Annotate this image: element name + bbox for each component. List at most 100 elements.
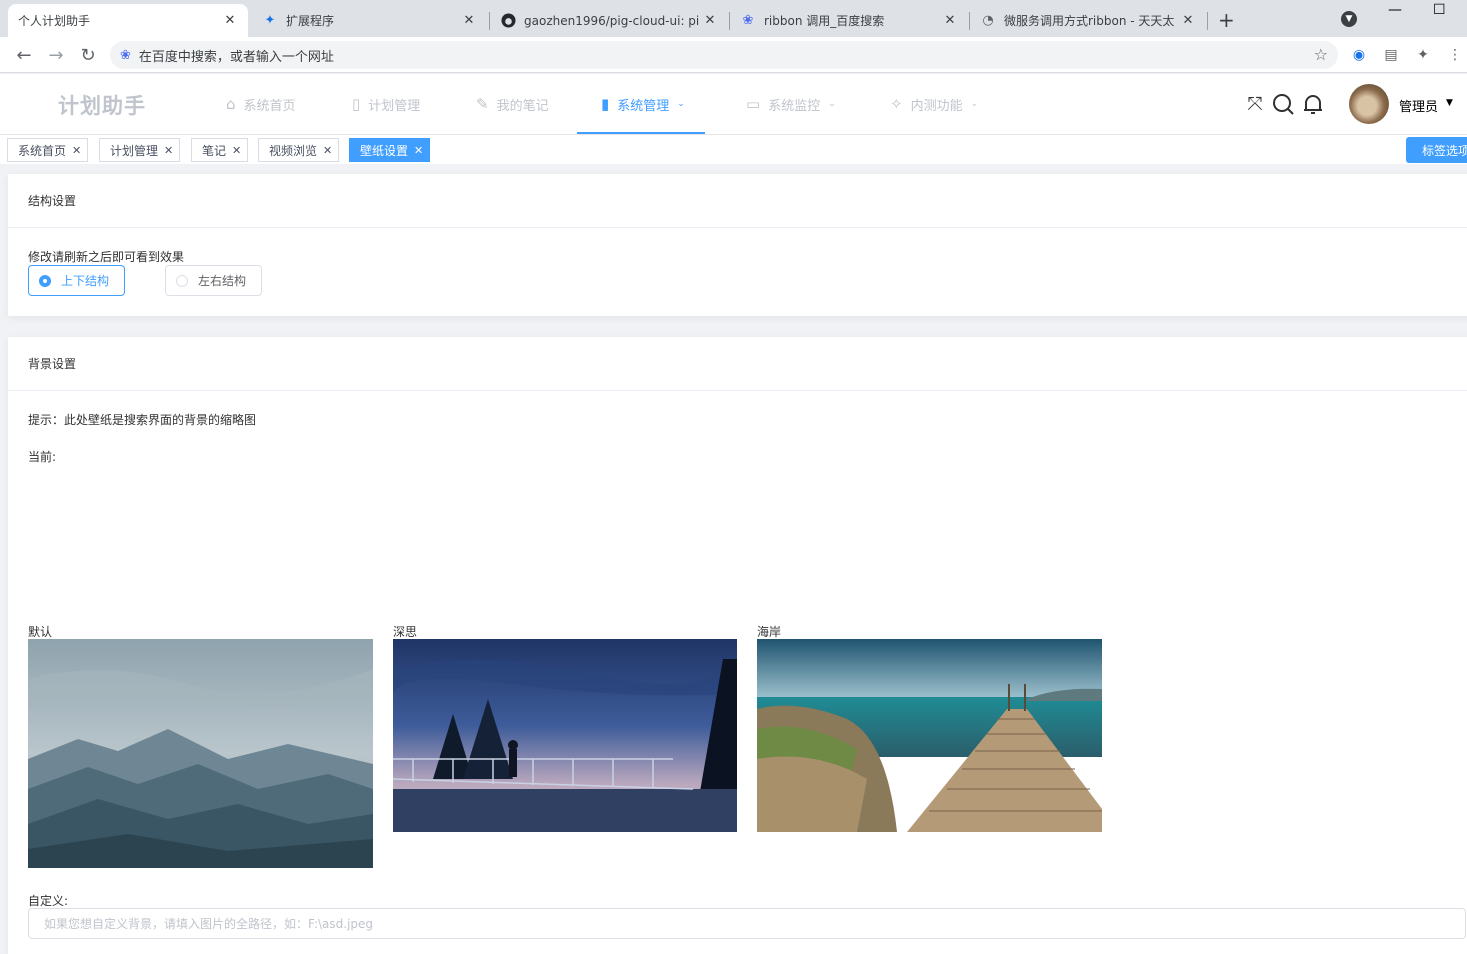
custom-background-path-input[interactable] xyxy=(28,908,1466,939)
browser-menu-icon[interactable]: ⋮ xyxy=(1447,47,1463,63)
background-settings-card: 背景设置 提示：此处壁纸是搜索界面的背景的缩略图 当前: 默认 深思 海岸 自定… xyxy=(8,337,1467,954)
tag-options-button[interactable]: 标签选项 xyxy=(1406,137,1467,163)
close-tab-icon[interactable]: ✕ xyxy=(1180,13,1196,28)
tag-label: 视频浏览 xyxy=(269,143,318,158)
close-icon[interactable]: ✕ xyxy=(323,144,332,157)
tab-search-chevron-icon[interactable]: ▼ xyxy=(1341,11,1357,27)
bookmark-star-icon[interactable]: ☆ xyxy=(1314,45,1328,64)
wallpaper-default[interactable] xyxy=(28,639,373,868)
radio-label: 上下结构 xyxy=(61,274,110,288)
monitor-icon: ▭ xyxy=(746,95,761,113)
minimize-icon[interactable]: — xyxy=(1388,2,1402,18)
extensions-puzzle-icon[interactable]: ✦ xyxy=(1415,47,1431,63)
tag-label: 系统首页 xyxy=(18,143,67,158)
browser-tab-strip: 个人计划助手 ✕ ✦ 扩展程序 ✕ gaozhen1996/pig-cloud-… xyxy=(0,0,1467,37)
wallpaper-coast[interactable] xyxy=(757,639,1102,832)
menu-item-notes[interactable]: ✎ 我的笔记 xyxy=(476,74,549,134)
maximize-icon[interactable]: ☐ xyxy=(1433,2,1446,18)
close-icon[interactable]: ✕ xyxy=(232,144,241,157)
browser-tab-title: gaozhen1996/pig-cloud-ui: pi xyxy=(524,13,700,28)
browser-tab-title: ribbon 调用_百度搜索 xyxy=(764,14,885,28)
wallpaper-deep-thought[interactable] xyxy=(393,639,737,832)
menu-item-label: 系统首页 xyxy=(243,98,296,114)
close-icon[interactable]: ✕ xyxy=(164,144,173,157)
menu-item-plans[interactable]: ▯ 计划管理 xyxy=(352,74,420,134)
radio-dot xyxy=(39,274,51,287)
menu-item-label: 我的笔记 xyxy=(496,98,549,114)
menu-item-system[interactable]: ▮ 系统管理 ⌄ xyxy=(577,74,705,134)
avatar[interactable] xyxy=(1349,84,1389,124)
username[interactable]: 管理员 xyxy=(1399,96,1438,115)
magic-icon: ✧ xyxy=(890,95,903,113)
wallpaper-label: 深思 xyxy=(393,625,418,639)
chevron-down-icon: ⌄ xyxy=(828,99,836,109)
custom-label: 自定义: xyxy=(28,894,69,908)
chevron-down-icon: ⌄ xyxy=(970,99,979,109)
picture-extension-icon[interactable]: ▤ xyxy=(1383,47,1399,63)
tag-item[interactable]: 系统首页 ✕ xyxy=(7,138,89,162)
menu-item-beta[interactable]: ✧ 内测功能 ⌄ xyxy=(890,74,978,134)
radio-label: 左右结构 xyxy=(198,274,247,288)
menu-item-label: 内测功能 xyxy=(910,98,963,114)
close-tab-icon[interactable]: ✕ xyxy=(461,13,477,28)
tag-item[interactable]: 视频浏览 ✕ xyxy=(258,138,340,162)
tablet-icon: ▯ xyxy=(352,95,361,113)
caret-down-icon[interactable]: ▼ xyxy=(1446,98,1453,108)
browser-tab-title: 微服务调用方式ribbon - 天天太 xyxy=(1004,14,1175,28)
address-bar[interactable]: ❀ 在百度中搜索，或者输入一个网址 ☆ xyxy=(110,41,1338,69)
tab-divider xyxy=(1207,12,1208,30)
browser-tab-title: 扩展程序 xyxy=(286,14,335,28)
close-tab-icon[interactable]: ✕ xyxy=(222,13,238,28)
globe-extension-icon[interactable]: ◉ xyxy=(1351,47,1367,63)
fullscreen-icon[interactable]: ⤧ xyxy=(1243,92,1267,116)
browser-tab[interactable]: ❀ ribbon 调用_百度搜索 ✕ xyxy=(730,4,968,37)
reload-icon[interactable]: ↻ xyxy=(76,43,100,67)
radio-left-right-layout[interactable]: 左右结构 xyxy=(165,265,262,296)
radio-dot xyxy=(176,274,188,287)
chevron-down-icon: ⌄ xyxy=(677,99,685,109)
bars-icon: ▮ xyxy=(601,95,610,113)
app-brand: 计划助手 xyxy=(58,94,146,118)
close-tab-icon[interactable]: ✕ xyxy=(702,13,718,28)
structure-settings-card: 结构设置 修改请刷新之后即可看到效果 上下结构 左右结构 xyxy=(8,174,1467,316)
browser-tab[interactable]: gaozhen1996/pig-cloud-ui: pi ✕ xyxy=(490,4,728,37)
menu-item-label: 计划管理 xyxy=(368,98,421,114)
site-favicon-icon: ◔ xyxy=(982,13,994,28)
browser-tab[interactable]: ◔ 微服务调用方式ribbon - 天天太 ✕ xyxy=(970,4,1206,37)
tag-item-active[interactable]: 壁纸设置 ✕ xyxy=(349,138,431,162)
current-label: 当前: xyxy=(28,450,57,464)
close-tab-icon[interactable]: ✕ xyxy=(942,13,958,28)
tag-label: 笔记 xyxy=(202,143,227,158)
edit-icon: ✎ xyxy=(476,95,489,113)
close-icon[interactable]: ✕ xyxy=(72,144,81,157)
back-arrow-icon[interactable]: ← xyxy=(12,43,36,67)
tags-bar: 系统首页 ✕ 计划管理 ✕ 笔记 ✕ 视频浏览 ✕ 壁纸设置 ✕ 标签选项 xyxy=(0,134,1467,164)
browser-tab[interactable]: ✦ 扩展程序 ✕ xyxy=(252,4,487,37)
wallpaper-label: 默认 xyxy=(28,625,53,639)
close-icon[interactable]: ✕ xyxy=(414,144,423,157)
address-bar-placeholder: 在百度中搜索，或者输入一个网址 xyxy=(138,49,334,65)
baidu-paw-icon: ❀ xyxy=(120,47,131,63)
menu-item-label: 系统管理 xyxy=(617,98,670,114)
bell-icon[interactable] xyxy=(1301,92,1325,116)
puzzle-icon: ✦ xyxy=(264,13,276,28)
app-header: 计划助手 ⌂ 系统首页 ▯ 计划管理 ✎ 我的笔记 ▮ 系统管理 ⌄ ▭ 系统监… xyxy=(0,74,1467,134)
home-icon: ⌂ xyxy=(226,95,236,113)
menu-item-label: 系统监控 xyxy=(768,98,821,114)
browser-toolbar: ← → ↻ ❀ 在百度中搜索，或者输入一个网址 ☆ ◉ ▤ ✦ ⋮ xyxy=(0,37,1467,73)
browser-tab-title: 个人计划助手 xyxy=(18,14,91,28)
browser-tab[interactable]: 个人计划助手 ✕ xyxy=(8,4,248,37)
tag-item[interactable]: 笔记 ✕ xyxy=(191,138,249,162)
search-icon[interactable] xyxy=(1271,92,1295,116)
new-tab-plus-icon[interactable]: + xyxy=(1218,8,1235,32)
background-tip: 提示：此处壁纸是搜索界面的背景的缩略图 xyxy=(28,413,257,427)
radio-top-bottom-layout[interactable]: 上下结构 xyxy=(28,265,125,296)
menu-item-home[interactable]: ⌂ 系统首页 xyxy=(226,74,296,134)
tag-label: 壁纸设置 xyxy=(360,143,409,158)
tag-item[interactable]: 计划管理 ✕ xyxy=(99,138,181,162)
card-title: 背景设置 xyxy=(8,337,1467,391)
github-icon xyxy=(500,13,516,29)
forward-arrow-icon[interactable]: → xyxy=(44,43,68,67)
baidu-paw-icon: ❀ xyxy=(742,13,754,28)
menu-item-monitor[interactable]: ▭ 系统监控 ⌄ xyxy=(746,74,836,134)
